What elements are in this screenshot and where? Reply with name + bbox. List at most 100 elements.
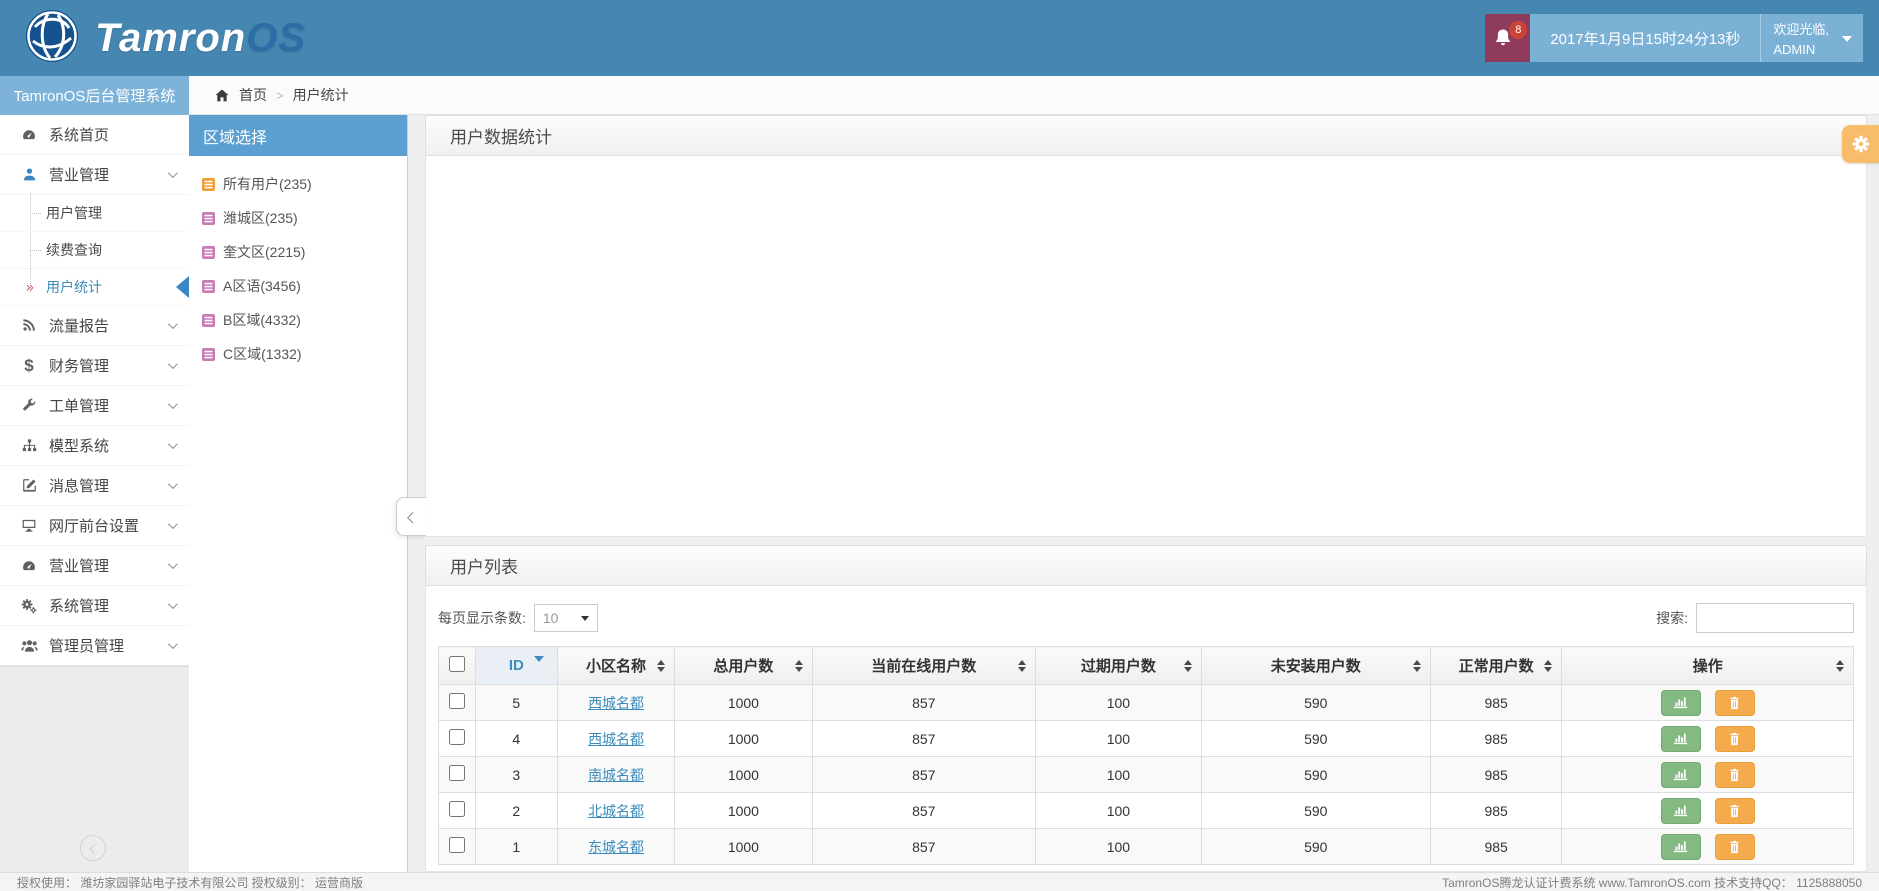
- sidebar-subitem-user-stats[interactable]: » 用户统计: [0, 269, 189, 306]
- chart-button[interactable]: [1660, 725, 1701, 752]
- sidebar-item-message-mgmt[interactable]: 消息管理: [0, 466, 189, 506]
- user-menu[interactable]: 欢迎光临, ADMIN: [1760, 14, 1863, 62]
- chevron-down-icon: [167, 319, 178, 330]
- tree-stub: [30, 213, 41, 214]
- sidebar-collapse-button[interactable]: [80, 835, 106, 861]
- column-header-actions[interactable]: 操作: [1561, 646, 1854, 685]
- cell-online: 857: [811, 756, 1037, 793]
- row-checkbox[interactable]: [448, 693, 465, 709]
- chevron-down-icon: [167, 359, 178, 370]
- search-input[interactable]: [1696, 603, 1854, 633]
- chevron-down-icon: [167, 559, 178, 570]
- region-list: 所有用户(235) 潍城区(235) 奎文区(2215) A区语(3456) B…: [189, 156, 407, 371]
- sidebar-item-traffic-report[interactable]: 流量报告: [0, 306, 189, 346]
- row-checkbox[interactable]: [448, 765, 465, 781]
- sidebar-subitem-renewal-query[interactable]: 续费查询: [0, 232, 189, 269]
- cell-normal: 985: [1429, 720, 1563, 757]
- chevron-left-icon: [88, 843, 99, 854]
- sidebar-subitem-label: 用户统计: [46, 279, 102, 295]
- delete-button[interactable]: [1714, 725, 1755, 752]
- gear-icon: [1852, 135, 1869, 153]
- delete-button[interactable]: [1714, 689, 1755, 716]
- region-item-c[interactable]: C区域(1332): [202, 337, 407, 371]
- active-item-triangle-marker: [176, 276, 189, 298]
- region-panel: 区域选择 所有用户(235) 潍城区(235) 奎文区(2215) A区语(34…: [189, 115, 408, 872]
- cell-online: 857: [811, 684, 1037, 721]
- sidebar-item-finance-mgmt[interactable]: $ 财务管理: [0, 346, 189, 386]
- list-icon: [202, 279, 215, 293]
- delete-button[interactable]: [1714, 833, 1755, 860]
- community-link[interactable]: 南城名都: [588, 767, 644, 783]
- community-link[interactable]: 西城名都: [588, 695, 644, 711]
- list-icon: [202, 211, 215, 225]
- row-checkbox[interactable]: [448, 729, 465, 745]
- column-header-uninstalled[interactable]: 未安装用户数: [1200, 646, 1431, 685]
- cell-total: 1000: [674, 756, 813, 793]
- sidebar-item-system-mgmt[interactable]: 系统管理: [0, 586, 189, 626]
- column-header-id[interactable]: ID: [474, 646, 558, 685]
- chart-button[interactable]: [1660, 833, 1701, 860]
- community-link[interactable]: 北城名都: [588, 803, 644, 819]
- main-column: 用户数据统计 用户列表 每页显示条数: 10 搜索: ID 小区名称 总用户数 …: [408, 115, 1879, 872]
- sidebar-item-workorder-mgmt[interactable]: 工单管理: [0, 386, 189, 426]
- sidebar-item-business-mgmt[interactable]: 营业管理: [0, 155, 189, 195]
- chart-button[interactable]: [1660, 797, 1701, 824]
- sort-icon: [1544, 659, 1553, 672]
- sidebar-item-label: 系统管理: [49, 598, 110, 615]
- middle-region: TamronOS后台管理系统 系统首页 营业管理 用户管理 续费查询 » 用户统…: [0, 76, 1879, 872]
- settings-gear-button[interactable]: [1842, 125, 1879, 163]
- community-link[interactable]: 西城名都: [588, 731, 644, 747]
- row-checkbox[interactable]: [448, 801, 465, 817]
- sidebar-item-model-system[interactable]: 模型系统: [0, 426, 189, 466]
- region-item-label: 奎文区(2215): [223, 244, 306, 260]
- region-item-weicheng[interactable]: 潍城区(235): [202, 201, 407, 235]
- delete-button[interactable]: [1714, 761, 1755, 788]
- chart-button[interactable]: [1660, 689, 1701, 716]
- trash-icon: [1730, 840, 1740, 853]
- table-row: 4 西城名都 1000 857 100 590 985: [438, 720, 1854, 757]
- column-header-total[interactable]: 总用户数: [674, 646, 813, 685]
- breadcrumb-home[interactable]: 首页: [239, 85, 267, 105]
- region-panel-title: 区域选择: [189, 115, 407, 156]
- column-header-expired[interactable]: 过期用户数: [1035, 646, 1202, 685]
- cell-online: 857: [811, 720, 1037, 757]
- region-item-b[interactable]: B区域(4332): [202, 303, 407, 337]
- region-item-kuiwen[interactable]: 奎文区(2215): [202, 235, 407, 269]
- page-size-value: 10: [542, 610, 559, 626]
- region-panel-collapse-button[interactable]: [396, 497, 426, 536]
- sort-icon: [1183, 659, 1192, 672]
- region-item-a[interactable]: A区语(3456): [202, 269, 407, 303]
- sidebar-item-label: 流量报告: [49, 318, 110, 335]
- page-size-select[interactable]: 10: [533, 604, 598, 632]
- column-header-name[interactable]: 小区名称: [556, 646, 676, 685]
- column-header-online[interactable]: 当前在线用户数: [811, 646, 1037, 685]
- list-icon: [202, 177, 215, 191]
- chart-button[interactable]: [1660, 761, 1701, 788]
- sidebar-subitem-user-mgmt[interactable]: 用户管理: [0, 195, 189, 232]
- footer: 授权使用： 潍坊家园驿站电子技术有限公司 授权级别： 运营商版 TamronOS…: [0, 872, 1879, 891]
- sort-icon: [1018, 659, 1027, 672]
- sidebar-item-portal-settings[interactable]: 网厅前台设置: [0, 506, 189, 546]
- community-link[interactable]: 东城名都: [588, 839, 644, 855]
- brand-logo[interactable]: TamronOS: [0, 8, 306, 69]
- sidebar-item-label: 财务管理: [49, 358, 110, 375]
- notifications-button[interactable]: 8: [1485, 14, 1531, 62]
- chevron-down-icon: [1842, 36, 1852, 42]
- page-size-label: 每页显示条数:: [438, 610, 526, 626]
- sidebar-item-admin-mgmt[interactable]: 管理员管理: [0, 626, 189, 666]
- cell-id: 4: [474, 720, 558, 757]
- dashboard-icon: [20, 558, 38, 574]
- sidebar-item-label: 营业管理: [49, 558, 110, 575]
- gears-icon: [20, 598, 38, 614]
- cell-uninstalled: 590: [1200, 684, 1431, 721]
- select-all-checkbox[interactable]: [448, 655, 465, 672]
- sidebar-item-system-home[interactable]: 系统首页: [0, 115, 189, 155]
- sidebar-item-business-mgmt-2[interactable]: 营业管理: [0, 546, 189, 586]
- column-header-normal[interactable]: 正常用户数: [1429, 646, 1563, 685]
- row-checkbox[interactable]: [448, 837, 465, 853]
- delete-button[interactable]: [1714, 797, 1755, 824]
- region-item-all-users[interactable]: 所有用户(235): [202, 167, 407, 201]
- desktop-icon: [20, 518, 38, 534]
- sidebar-item-label: 消息管理: [49, 478, 110, 495]
- bar-chart-icon: [1674, 733, 1688, 745]
